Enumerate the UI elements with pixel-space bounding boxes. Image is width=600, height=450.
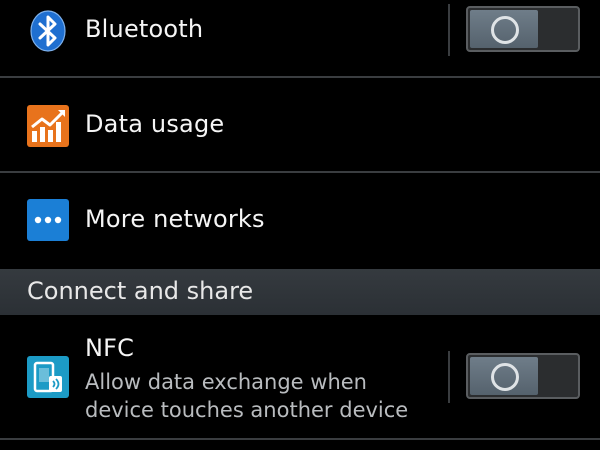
more-networks-setting-row[interactable]: More networks <box>0 173 600 267</box>
toggle-knob <box>470 357 538 395</box>
nfc-description-line-1: Allow data exchange when <box>85 370 367 394</box>
toggle-knob <box>470 10 538 48</box>
bluetooth-toggle[interactable] <box>466 6 580 52</box>
nfc-phone-icon <box>27 356 69 398</box>
data-usage-label: Data usage <box>85 110 225 138</box>
nfc-setting-row[interactable]: NFC Allow data exchange when device touc… <box>0 315 600 439</box>
more-networks-label: More networks <box>85 205 265 233</box>
nfc-label: NFC <box>85 334 135 362</box>
section-title: Connect and share <box>27 277 254 305</box>
divider <box>0 438 600 440</box>
nfc-description-line-2: device touches another device <box>85 398 409 422</box>
toggle-separator <box>448 351 450 403</box>
toggle-separator <box>448 4 450 56</box>
bluetooth-label: Bluetooth <box>85 15 204 43</box>
more-dots-icon <box>27 199 69 241</box>
bluetooth-setting-row[interactable]: Bluetooth <box>0 0 600 76</box>
data-usage-chart-icon <box>27 105 69 147</box>
bluetooth-icon <box>29 10 67 52</box>
nfc-toggle[interactable] <box>466 353 580 399</box>
data-usage-setting-row[interactable]: Data usage <box>0 78 600 171</box>
section-header-connect-and-share: Connect and share <box>0 269 600 315</box>
